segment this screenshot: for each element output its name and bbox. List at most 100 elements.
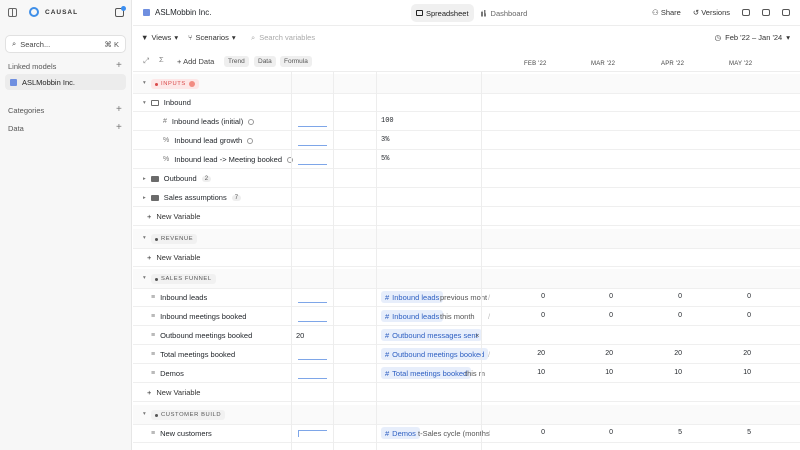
cell-value[interactable]: 0 [711, 293, 751, 300]
add-data-icon[interactable]: + [116, 123, 122, 133]
formula-reference[interactable]: # Demos [381, 427, 420, 439]
expand-icon[interactable]: ⤢ [143, 56, 149, 66]
scenarios-dropdown[interactable]: ⑂ Scenarios ▾ [188, 33, 236, 42]
table-row[interactable]: % Inbound lead growth 3% [133, 131, 800, 150]
section-inputs[interactable]: ▾ INPUTS [133, 74, 800, 94]
group-row-sales-assumptions[interactable]: ▸ Sales assumptions 7 [133, 188, 800, 207]
cell-value[interactable]: 0 [573, 293, 613, 300]
column-divider [376, 72, 377, 450]
collapse-icon[interactable]: ▾ [143, 411, 146, 417]
cell-value[interactable]: 0 [642, 312, 682, 319]
tab-spreadsheet[interactable]: Spreadsheet [411, 4, 474, 22]
new-model-icon[interactable] [115, 6, 126, 17]
variable-value[interactable]: 20 [296, 331, 304, 340]
toolbar: ▼ Views ▾ ⑂ Scenarios ▾ ⌕ Search variabl… [133, 28, 800, 49]
formula-reference[interactable]: # Inbound leads [381, 310, 444, 322]
section-badge: CUSTOMER BUILD [151, 410, 226, 420]
cell-value[interactable]: 0 [505, 429, 545, 436]
table-row[interactable]: # Inbound leads (initial) 100 [133, 112, 800, 131]
add-data-button[interactable]: + Add Data [177, 57, 214, 66]
tab-label: Dashboard [490, 8, 528, 18]
group-label: Inbound [163, 98, 191, 107]
share-button[interactable]: ⚇ Share [652, 8, 681, 17]
cell-value[interactable]: 0 [573, 429, 613, 436]
table-row[interactable]: ≡ Demos # Total meetings booked this m 10 … [133, 364, 800, 383]
chart-icon [480, 9, 488, 17]
date-range-picker[interactable]: ◷ Feb '22 – Jan '24 ▾ [715, 33, 790, 42]
cell-value[interactable]: 20 [711, 350, 751, 357]
info-icon[interactable] [248, 118, 255, 125]
section-revenue[interactable]: ▾ REVENUE [133, 229, 800, 249]
trend-column-toggle[interactable]: Trend [224, 56, 249, 67]
variable-value[interactable]: 5% [381, 155, 389, 163]
variable-search-placeholder: Search variables [259, 33, 316, 42]
tab-dashboard[interactable]: Dashboard [476, 4, 533, 22]
plus-icon: + [147, 253, 152, 262]
cell-value[interactable]: 20 [642, 350, 682, 357]
table-row[interactable]: ≡ Inbound meetings booked # Inbound leads … [133, 307, 800, 326]
versions-button[interactable]: ↺ Versions [693, 8, 730, 17]
info-icon[interactable] [247, 137, 254, 144]
formula-reference[interactable]: # Outbound meetings booked [381, 348, 489, 360]
table-row[interactable]: ≡ New customers # Demos t-Sales cycle (mon… [133, 424, 800, 443]
variable-value[interactable]: 100 [381, 117, 394, 125]
formula-text: × [475, 331, 480, 340]
group-row-outbound[interactable]: ▸ Outbound 2 [133, 169, 800, 188]
cell-value[interactable]: 0 [505, 293, 545, 300]
plus-icon: + [147, 212, 152, 221]
cell-value[interactable]: 0 [505, 312, 545, 319]
table-row[interactable]: ≡ Inbound leads # Inbound leads previous m… [133, 288, 800, 307]
section-sales-funnel[interactable]: ▾ SALES FUNNEL [133, 269, 800, 289]
collapse-icon[interactable]: ▾ [143, 235, 146, 241]
branch-icon: ⑂ [188, 33, 193, 42]
new-variable-row[interactable]: + New Variable [133, 207, 800, 226]
collapse-icon[interactable]: ▾ [143, 275, 146, 281]
variable-value[interactable]: 3% [381, 136, 389, 144]
collapse-icon[interactable]: ▾ [143, 100, 146, 106]
cell-value[interactable]: 0 [573, 312, 613, 319]
data-column-toggle[interactable]: Data [254, 56, 276, 67]
cell-value[interactable]: 5 [642, 429, 682, 436]
formula-reference[interactable]: # Outbound messages sent [381, 329, 482, 341]
dot-icon [155, 237, 158, 241]
cell-value[interactable]: 0 [642, 293, 682, 300]
section-label: SALES FUNNEL [161, 276, 212, 282]
table-row[interactable]: ≡ Total meetings booked # Outbound meeting… [133, 345, 800, 364]
views-dropdown[interactable]: ▼ Views ▾ [141, 33, 178, 42]
comments-icon[interactable] [762, 9, 770, 16]
count-badge: 2 [201, 175, 212, 182]
reference-label: Total meetings booked [392, 368, 468, 378]
sidebar-search[interactable]: ⌕ Search... ⌘ K [5, 35, 126, 53]
cell-value[interactable]: 20 [573, 350, 613, 357]
variable-name: Inbound lead -> Meeting booked [174, 155, 283, 164]
sidebar: CAUSAL ⌕ Search... ⌘ K Linked models + A… [0, 0, 132, 450]
present-icon[interactable] [742, 9, 750, 16]
cell-value[interactable]: 0 [711, 312, 751, 319]
sidebar-toggle-icon[interactable] [8, 7, 17, 17]
formula-reference[interactable]: # Total meetings booked [381, 367, 472, 379]
new-variable-row[interactable]: + New Variable [133, 383, 800, 402]
cell-value[interactable]: 10 [711, 369, 751, 376]
reference-label: Outbound messages sent [392, 330, 478, 340]
help-icon[interactable] [782, 9, 790, 16]
collapse-icon[interactable]: ▾ [143, 80, 146, 86]
cell-value[interactable]: 20 [505, 350, 545, 357]
cell-value[interactable]: 10 [642, 369, 682, 376]
formula-reference[interactable]: # Inbound leads [381, 291, 444, 303]
expand-icon[interactable]: ▸ [143, 195, 146, 201]
add-category-icon[interactable]: + [116, 105, 122, 115]
new-variable-row[interactable]: + New Variable [133, 248, 800, 267]
table-row[interactable]: % Inbound lead -> Meeting booked 5% [133, 150, 800, 169]
cell-value[interactable]: 10 [573, 369, 613, 376]
expand-icon[interactable]: ▸ [143, 176, 146, 182]
sum-icon[interactable]: Σ [159, 55, 164, 64]
cell-value[interactable]: 5 [711, 429, 751, 436]
table-row[interactable]: ≡ Outbound meetings booked 20 # Outbound m… [133, 326, 800, 345]
formula-column-toggle[interactable]: Formula [280, 56, 312, 67]
group-row-inbound[interactable]: ▾ Inbound [133, 93, 800, 112]
section-customer-build[interactable]: ▾ CUSTOMER BUILD [133, 405, 800, 425]
add-linked-model-icon[interactable]: + [116, 61, 122, 71]
linked-model-item[interactable]: ASLMobbin Inc. [5, 74, 126, 90]
cell-value[interactable]: 10 [505, 369, 545, 376]
variable-search[interactable]: ⌕ Search variables [251, 33, 315, 43]
